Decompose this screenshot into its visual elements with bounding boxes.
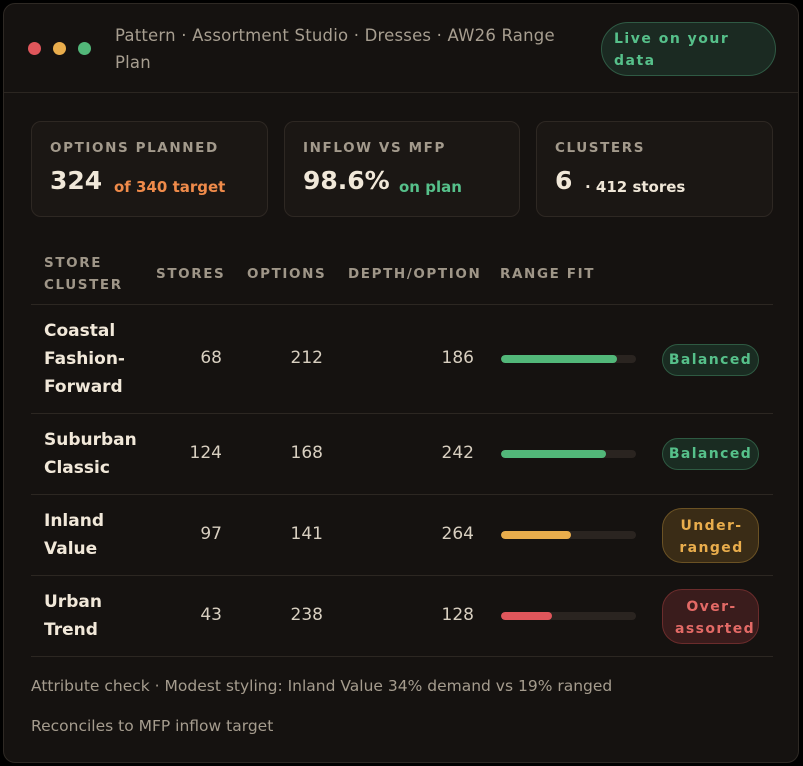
range-fit-bar: [501, 531, 636, 539]
attribute-check-note: Attribute check · Modest styling: Inland…: [31, 677, 613, 695]
kpi-card-inflow: INFLOW VS MFP 98.6% on plan: [284, 121, 520, 217]
stores-count: 124: [189, 443, 222, 463]
header-store-cluster[interactable]: STORE CLUSTER: [44, 252, 134, 296]
header-depth-option[interactable]: DEPTH/OPTION: [348, 263, 481, 285]
range-fit-bar: [501, 355, 636, 363]
kpi-clusters-note: · 412 stores: [585, 178, 686, 196]
status-badge: Under-ranged: [662, 508, 759, 563]
cluster-name: Inland Value: [44, 511, 104, 559]
options-count: 141: [290, 524, 323, 544]
kpi-inflow-note: on plan: [399, 178, 462, 196]
title-bar: Pattern · Assortment Studio · Dresses · …: [4, 4, 798, 93]
kpi-inflow-label: INFLOW VS MFP: [303, 140, 446, 156]
header-range-fit[interactable]: RANGE FIT: [500, 263, 595, 285]
range-fit-bar: [501, 450, 636, 458]
table-row[interactable]: Coastal Fashion-Forward 68 212 186 Balan…: [31, 305, 773, 414]
range-fit-fill: [501, 531, 572, 539]
cluster-name: Suburban Classic: [44, 430, 137, 478]
range-fit-fill: [501, 355, 618, 363]
header-stores[interactable]: STORES: [156, 263, 225, 285]
depth-per-option: 264: [441, 524, 474, 544]
table-row[interactable]: Urban Trend 43 238 128 Over-assorted: [31, 576, 773, 657]
kpi-card-clusters: CLUSTERS 6 · 412 stores: [536, 121, 773, 217]
kpi-inflow-value: 98.6%: [303, 166, 390, 195]
window-title: Pattern · Assortment Studio · Dresses · …: [115, 26, 555, 72]
kpi-clusters-label: CLUSTERS: [555, 140, 646, 156]
depth-per-option: 242: [441, 443, 474, 463]
live-data-badge: Live on your data: [601, 22, 776, 76]
kpi-options-label: OPTIONS PLANNED: [50, 140, 219, 156]
kpi-options-note: of 340 target: [114, 178, 226, 196]
stores-count: 68: [200, 348, 222, 368]
close-window-button[interactable]: [28, 42, 41, 55]
options-count: 238: [290, 605, 323, 625]
kpi-card-options: OPTIONS PLANNED 324 of 340 target: [31, 121, 268, 217]
reconcile-note: Reconciles to MFP inflow target: [31, 717, 274, 735]
cluster-name: Coastal Fashion-Forward: [44, 321, 125, 397]
options-count: 168: [290, 443, 323, 463]
depth-per-option: 128: [441, 605, 474, 625]
stores-count: 97: [200, 524, 222, 544]
app-window: Pattern · Assortment Studio · Dresses · …: [3, 3, 799, 763]
status-badge: Balanced: [662, 438, 759, 470]
kpi-clusters-value: 6: [555, 166, 573, 195]
stores-count: 43: [200, 605, 222, 625]
maximize-window-button[interactable]: [78, 42, 91, 55]
depth-per-option: 186: [441, 348, 474, 368]
kpi-options-value: 324: [50, 166, 103, 195]
table-row[interactable]: Inland Value 97 141 264 Under-ranged: [31, 495, 773, 576]
minimize-window-button[interactable]: [53, 42, 66, 55]
status-badge: Over-assorted: [662, 589, 759, 644]
options-count: 212: [290, 348, 323, 368]
cluster-name: Urban Trend: [44, 592, 102, 640]
cluster-table-header: STORE CLUSTER STORES OPTIONS DEPTH/OPTIO…: [31, 244, 773, 305]
range-fit-fill: [501, 612, 553, 620]
table-row[interactable]: Suburban Classic 124 168 242 Balanced: [31, 414, 773, 495]
range-fit-bar: [501, 612, 636, 620]
status-badge: Balanced: [662, 344, 759, 376]
header-options[interactable]: OPTIONS: [247, 263, 326, 285]
range-fit-fill: [501, 450, 607, 458]
